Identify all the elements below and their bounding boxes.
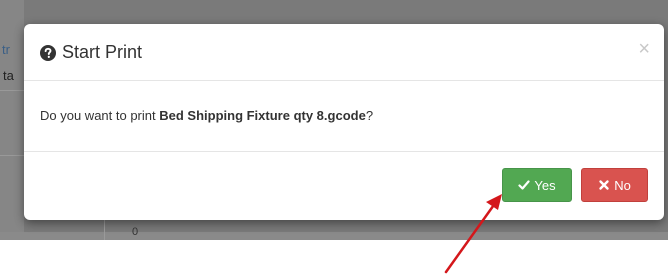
annotation-arrow [444, 194, 502, 274]
dialog-title-text: Start Print [62, 42, 143, 62]
yes-button-label: Yes [534, 177, 556, 193]
background-text-fragment: 0 [132, 226, 139, 238]
background-divider [0, 155, 24, 156]
question-circle-icon [40, 44, 56, 61]
dialog-header: Start Print × [24, 24, 664, 81]
background-panel-edge [0, 232, 668, 240]
dialog-footer: Yes No [24, 152, 664, 220]
x-icon [599, 180, 609, 190]
message-prefix: Do you want to print [40, 108, 160, 123]
dialog-title: Start Print [40, 42, 142, 63]
checkmark-icon [518, 180, 530, 190]
background-divider [0, 90, 24, 91]
background-app-edge [0, 0, 24, 240]
message-filename: Bed Shipping Fixture qty 8.gcode [159, 108, 366, 123]
dialog-body: Do you want to print Bed Shipping Fixtur… [24, 81, 664, 152]
message-suffix: ? [365, 108, 374, 123]
background-text-fragment: ta [3, 68, 14, 83]
no-button-label: No [614, 177, 631, 193]
no-button[interactable]: No [581, 168, 648, 202]
close-icon[interactable]: × [638, 39, 650, 59]
background-divider [104, 220, 105, 240]
background-text-fragment: tr [2, 42, 10, 57]
start-print-dialog: Start Print × Do you want to print Bed S… [24, 24, 664, 220]
dialog-message: Do you want to print Bed Shipping Fixtur… [40, 108, 373, 123]
